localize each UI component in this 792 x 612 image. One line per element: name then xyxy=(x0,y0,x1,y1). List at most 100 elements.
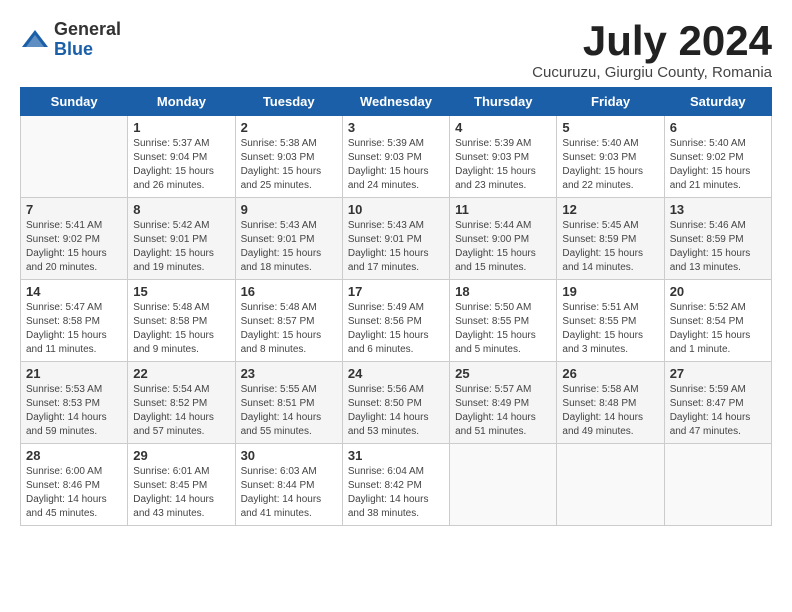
calendar-day-cell: 8Sunrise: 5:42 AMSunset: 9:01 PMDaylight… xyxy=(128,198,235,280)
day-number: 6 xyxy=(670,120,766,135)
day-number: 20 xyxy=(670,284,766,299)
day-number: 11 xyxy=(455,202,551,217)
day-info: Sunrise: 5:48 AMSunset: 8:58 PMDaylight:… xyxy=(133,301,229,357)
day-number: 28 xyxy=(26,448,122,463)
day-info: Sunrise: 5:50 AMSunset: 8:55 PMDaylight:… xyxy=(455,301,551,357)
calendar-day-cell: 12Sunrise: 5:45 AMSunset: 8:59 PMDayligh… xyxy=(557,198,664,280)
day-number: 21 xyxy=(26,366,122,381)
calendar-day-cell: 3Sunrise: 5:39 AMSunset: 9:03 PMDaylight… xyxy=(342,116,449,198)
calendar-day-cell: 23 Sunrise: 5:55 AMSunset: 8:51 PMDayligh… xyxy=(235,362,342,444)
day-number: 1 xyxy=(133,120,229,135)
calendar-day-cell: 6 Sunrise: 5:40 AMSunset: 9:02 PMDaylight… xyxy=(664,116,771,198)
calendar-day-cell: 18 Sunrise: 5:50 AMSunset: 8:55 PMDayligh… xyxy=(450,280,557,362)
calendar-day-cell: 2 Sunrise: 5:38 AMSunset: 9:03 PMDaylight… xyxy=(235,116,342,198)
calendar-table: SundayMondayTuesdayWednesdayThursdayFrid… xyxy=(20,87,772,526)
day-number: 26 xyxy=(562,366,658,381)
day-info: Sunrise: 5:49 AMSunset: 8:56 PMDaylight:… xyxy=(348,301,444,357)
month-title: July 2024 xyxy=(532,20,772,62)
day-number: 2 xyxy=(241,120,337,135)
day-info: Sunrise: 5:56 AMSunset: 8:50 PMDaylight:… xyxy=(348,383,444,439)
logo-text: General Blue xyxy=(54,20,121,60)
day-info: Sunrise: 5:47 AMSunset: 8:58 PMDaylight:… xyxy=(26,301,122,357)
day-info: Sunrise: 6:00 AMSunset: 8:46 PMDaylight:… xyxy=(26,465,122,521)
weekday-header: Saturday xyxy=(664,88,771,116)
calendar-week-row: 7 Sunrise: 5:41 AMSunset: 9:02 PMDaylight… xyxy=(21,198,772,280)
day-number: 17 xyxy=(348,284,444,299)
day-number: 9 xyxy=(241,202,337,217)
calendar-day-cell: 10Sunrise: 5:43 AMSunset: 9:01 PMDayligh… xyxy=(342,198,449,280)
calendar-week-row: 14Sunrise: 5:47 AMSunset: 8:58 PMDayligh… xyxy=(21,280,772,362)
day-number: 5 xyxy=(562,120,658,135)
calendar-day-cell: 9 Sunrise: 5:43 AMSunset: 9:01 PMDaylight… xyxy=(235,198,342,280)
day-info: Sunrise: 5:42 AMSunset: 9:01 PMDaylight:… xyxy=(133,219,229,275)
day-number: 23 xyxy=(241,366,337,381)
day-number: 10 xyxy=(348,202,444,217)
calendar-week-row: 1 Sunrise: 5:37 AMSunset: 9:04 PMDaylight… xyxy=(21,116,772,198)
calendar-day-cell xyxy=(664,444,771,526)
calendar-day-cell: 1 Sunrise: 5:37 AMSunset: 9:04 PMDaylight… xyxy=(128,116,235,198)
day-info: Sunrise: 5:54 AMSunset: 8:52 PMDaylight:… xyxy=(133,383,229,439)
weekday-header: Thursday xyxy=(450,88,557,116)
calendar-day-cell: 13Sunrise: 5:46 AMSunset: 8:59 PMDayligh… xyxy=(664,198,771,280)
calendar-day-cell: 4Sunrise: 5:39 AMSunset: 9:03 PMDaylight… xyxy=(450,116,557,198)
calendar-day-cell xyxy=(21,116,128,198)
calendar-day-cell: 7 Sunrise: 5:41 AMSunset: 9:02 PMDaylight… xyxy=(21,198,128,280)
day-number: 19 xyxy=(562,284,658,299)
day-number: 4 xyxy=(455,120,551,135)
calendar-day-cell: 15Sunrise: 5:48 AMSunset: 8:58 PMDayligh… xyxy=(128,280,235,362)
day-info: Sunrise: 5:44 AMSunset: 9:00 PMDaylight:… xyxy=(455,219,551,275)
day-info: Sunrise: 5:40 AMSunset: 9:03 PMDaylight:… xyxy=(562,137,658,193)
day-info: Sunrise: 5:55 AMSunset: 8:51 PMDaylight:… xyxy=(241,383,337,439)
calendar-day-cell: 22Sunrise: 5:54 AMSunset: 8:52 PMDayligh… xyxy=(128,362,235,444)
day-number: 29 xyxy=(133,448,229,463)
page-header: General Blue July 2024 Cucuruzu, Giurgiu… xyxy=(20,20,772,81)
day-number: 24 xyxy=(348,366,444,381)
day-info: Sunrise: 5:40 AMSunset: 9:02 PMDaylight:… xyxy=(670,137,766,193)
day-info: Sunrise: 5:48 AMSunset: 8:57 PMDaylight:… xyxy=(241,301,337,357)
calendar-day-cell: 31 Sunrise: 6:04 AMSunset: 8:42 PMDayligh… xyxy=(342,444,449,526)
day-info: Sunrise: 5:57 AMSunset: 8:49 PMDaylight:… xyxy=(455,383,551,439)
weekday-header: Monday xyxy=(128,88,235,116)
calendar-day-cell: 27 Sunrise: 5:59 AMSunset: 8:47 PMDayligh… xyxy=(664,362,771,444)
logo-blue: Blue xyxy=(54,40,121,60)
day-info: Sunrise: 5:52 AMSunset: 8:54 PMDaylight:… xyxy=(670,301,766,357)
calendar-day-cell: 14Sunrise: 5:47 AMSunset: 8:58 PMDayligh… xyxy=(21,280,128,362)
calendar-week-row: 28 Sunrise: 6:00 AMSunset: 8:46 PMDayligh… xyxy=(21,444,772,526)
calendar-day-cell: 20 Sunrise: 5:52 AMSunset: 8:54 PMDayligh… xyxy=(664,280,771,362)
day-number: 7 xyxy=(26,202,122,217)
calendar-day-cell: 17 Sunrise: 5:49 AMSunset: 8:56 PMDayligh… xyxy=(342,280,449,362)
day-info: Sunrise: 5:51 AMSunset: 8:55 PMDaylight:… xyxy=(562,301,658,357)
day-info: Sunrise: 5:41 AMSunset: 9:02 PMDaylight:… xyxy=(26,219,122,275)
calendar-day-cell: 5 Sunrise: 5:40 AMSunset: 9:03 PMDaylight… xyxy=(557,116,664,198)
calendar-day-cell: 21Sunrise: 5:53 AMSunset: 8:53 PMDayligh… xyxy=(21,362,128,444)
day-number: 18 xyxy=(455,284,551,299)
calendar-day-cell: 28 Sunrise: 6:00 AMSunset: 8:46 PMDayligh… xyxy=(21,444,128,526)
day-number: 31 xyxy=(348,448,444,463)
calendar-day-cell xyxy=(557,444,664,526)
logo-general: General xyxy=(54,20,121,40)
day-info: Sunrise: 6:04 AMSunset: 8:42 PMDaylight:… xyxy=(348,465,444,521)
day-info: Sunrise: 5:46 AMSunset: 8:59 PMDaylight:… xyxy=(670,219,766,275)
calendar-day-cell: 24 Sunrise: 5:56 AMSunset: 8:50 PMDayligh… xyxy=(342,362,449,444)
calendar-day-cell: 26 Sunrise: 5:58 AMSunset: 8:48 PMDayligh… xyxy=(557,362,664,444)
day-info: Sunrise: 5:58 AMSunset: 8:48 PMDaylight:… xyxy=(562,383,658,439)
calendar-day-cell: 11 Sunrise: 5:44 AMSunset: 9:00 PMDayligh… xyxy=(450,198,557,280)
day-number: 3 xyxy=(348,120,444,135)
day-number: 30 xyxy=(241,448,337,463)
title-block: July 2024 Cucuruzu, Giurgiu County, Roma… xyxy=(532,20,772,81)
day-info: Sunrise: 6:01 AMSunset: 8:45 PMDaylight:… xyxy=(133,465,229,521)
day-info: Sunrise: 5:38 AMSunset: 9:03 PMDaylight:… xyxy=(241,137,337,193)
day-info: Sunrise: 5:43 AMSunset: 9:01 PMDaylight:… xyxy=(241,219,337,275)
logo-icon xyxy=(20,25,50,55)
location: Cucuruzu, Giurgiu County, Romania xyxy=(532,64,772,81)
day-info: Sunrise: 5:59 AMSunset: 8:47 PMDaylight:… xyxy=(670,383,766,439)
weekday-header: Friday xyxy=(557,88,664,116)
calendar-header-row: SundayMondayTuesdayWednesdayThursdayFrid… xyxy=(21,88,772,116)
weekday-header: Tuesday xyxy=(235,88,342,116)
day-info: Sunrise: 5:37 AMSunset: 9:04 PMDaylight:… xyxy=(133,137,229,193)
day-info: Sunrise: 6:03 AMSunset: 8:44 PMDaylight:… xyxy=(241,465,337,521)
calendar-week-row: 21Sunrise: 5:53 AMSunset: 8:53 PMDayligh… xyxy=(21,362,772,444)
calendar-day-cell: 16Sunrise: 5:48 AMSunset: 8:57 PMDayligh… xyxy=(235,280,342,362)
weekday-header: Sunday xyxy=(21,88,128,116)
day-number: 27 xyxy=(670,366,766,381)
